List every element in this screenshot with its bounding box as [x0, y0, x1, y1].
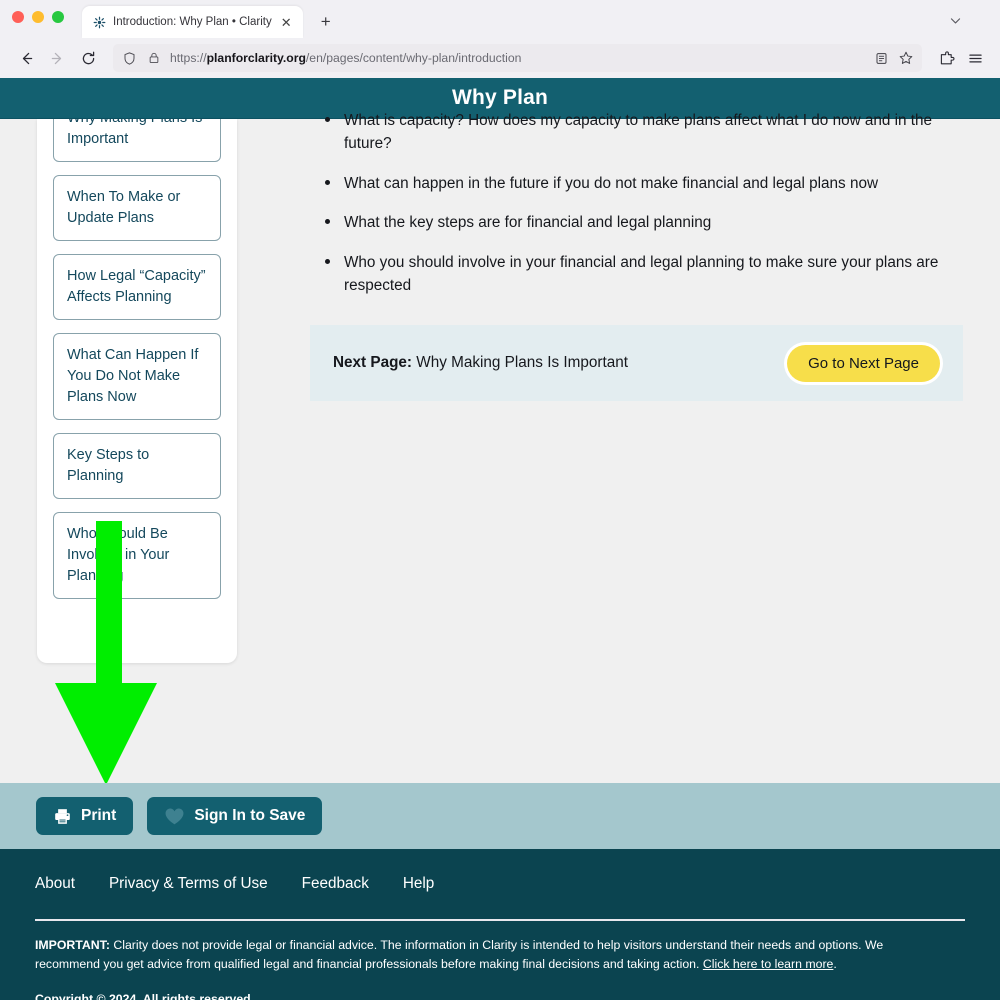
- footer-link-feedback[interactable]: Feedback: [302, 875, 369, 893]
- sidebar-item-why-making-plans-is-important[interactable]: Why Making Plans Is Important: [53, 119, 221, 163]
- back-button[interactable]: [12, 44, 40, 72]
- maximize-window-button[interactable]: [52, 11, 64, 23]
- new-tab-button[interactable]: +: [313, 9, 339, 35]
- address-bar[interactable]: https://planforclarity.org/en/pages/cont…: [113, 44, 922, 72]
- list-item: What the key steps are for financial and…: [310, 211, 963, 234]
- footer-disclaimer: IMPORTANT: Clarity does not provide lega…: [35, 936, 947, 974]
- extensions-icon[interactable]: [933, 45, 959, 71]
- clarity-favicon-icon: [93, 16, 106, 29]
- print-button[interactable]: Print: [36, 797, 134, 835]
- next-page-prefix: Next Page:: [332, 354, 413, 372]
- sidebar-item-when-to-make-or-update-plans[interactable]: When To Make or Update Plans: [53, 175, 221, 242]
- disclaimer-learn-more-link[interactable]: Click here to learn more: [703, 957, 834, 971]
- next-page-title: Why Making Plans Is Important: [416, 354, 628, 372]
- list-item: Who you should involve in your financial…: [310, 251, 963, 298]
- section-navigation-sidebar: Why Making Plans Is Important When To Ma…: [37, 119, 237, 663]
- tab-strip: Introduction: Why Plan • Clarity ✕ +: [0, 0, 1000, 38]
- page-title: Why Plan: [451, 86, 549, 109]
- list-item: What is capacity? How does my capacity t…: [310, 109, 963, 156]
- window-traffic-lights: [12, 0, 64, 38]
- browser-toolbar: https://planforclarity.org/en/pages/cont…: [0, 38, 1000, 78]
- sign-in-to-save-button[interactable]: Sign In to Save: [147, 797, 323, 835]
- tab-title: Introduction: Why Plan • Clarity: [113, 16, 272, 28]
- close-window-button[interactable]: [12, 11, 24, 23]
- disclaimer-suffix: .: [833, 957, 837, 972]
- reader-view-icon[interactable]: [872, 49, 890, 67]
- footer-divider: [35, 919, 965, 921]
- sidebar-item-key-steps-to-planning[interactable]: Key Steps to Planning: [53, 433, 221, 500]
- go-to-next-page-button[interactable]: Go to Next Page: [787, 344, 940, 382]
- disclaimer-prefix: IMPORTANT:: [35, 938, 110, 952]
- forward-button[interactable]: [43, 44, 71, 72]
- overview-bullet-list: What is capacity? How does my capacity t…: [310, 109, 963, 297]
- heart-icon: [164, 807, 185, 826]
- hamburger-menu-icon[interactable]: [962, 45, 988, 71]
- sidebar-item-how-legal-capacity-affects-planning[interactable]: How Legal “Capacity” Affects Planning: [53, 254, 221, 321]
- browser-chrome: Introduction: Why Plan • Clarity ✕ + htt…: [0, 0, 1000, 78]
- main-content: What is capacity? How does my capacity t…: [309, 112, 963, 402]
- footer-link-about[interactable]: About: [35, 875, 75, 893]
- printer-icon: [53, 807, 72, 826]
- footer-copyright: Copyright © 2024. All rights reserved.: [35, 992, 255, 1000]
- print-button-label: Print: [81, 807, 117, 824]
- page-viewport: Why Plan Why Making Plans Is Important W…: [0, 78, 1000, 1000]
- content-row: Why Making Plans Is Important When To Ma…: [0, 112, 1000, 663]
- url-text: https://planforclarity.org/en/pages/cont…: [170, 51, 522, 65]
- minimize-window-button[interactable]: [32, 11, 44, 23]
- page-action-bar: Print Sign In to Save: [0, 783, 1000, 849]
- sidebar-item-who-should-be-involved-in-your-planning[interactable]: Who Should Be Involved in Your Planning: [53, 512, 221, 600]
- list-item: What can happen in the future if you do …: [310, 172, 963, 195]
- footer-links: About Privacy & Terms of Use Feedback He…: [35, 875, 965, 893]
- close-tab-icon[interactable]: ✕: [279, 15, 294, 30]
- footer-link-privacy-terms[interactable]: Privacy & Terms of Use: [109, 875, 268, 893]
- lock-icon: [145, 49, 163, 67]
- next-page-banner: Next Page: Why Making Plans Is Important…: [309, 325, 963, 402]
- bookmark-star-icon[interactable]: [897, 49, 915, 67]
- browser-tab[interactable]: Introduction: Why Plan • Clarity ✕: [82, 6, 303, 38]
- next-page-label: Next Page: Why Making Plans Is Important: [333, 354, 787, 372]
- sidebar-scroll-clip: Why Making Plans Is Important When To Ma…: [53, 119, 221, 647]
- shield-icon: [120, 49, 138, 67]
- site-footer: About Privacy & Terms of Use Feedback He…: [0, 849, 1000, 1000]
- reload-button[interactable]: [74, 44, 102, 72]
- sidebar-item-what-can-happen-if-you-do-not-make-plans-now[interactable]: What Can Happen If You Do Not Make Plans…: [53, 333, 221, 421]
- list-all-tabs-chevron-down-icon[interactable]: [944, 9, 966, 31]
- sign-in-to-save-label: Sign In to Save: [194, 807, 306, 824]
- footer-link-help[interactable]: Help: [403, 875, 434, 893]
